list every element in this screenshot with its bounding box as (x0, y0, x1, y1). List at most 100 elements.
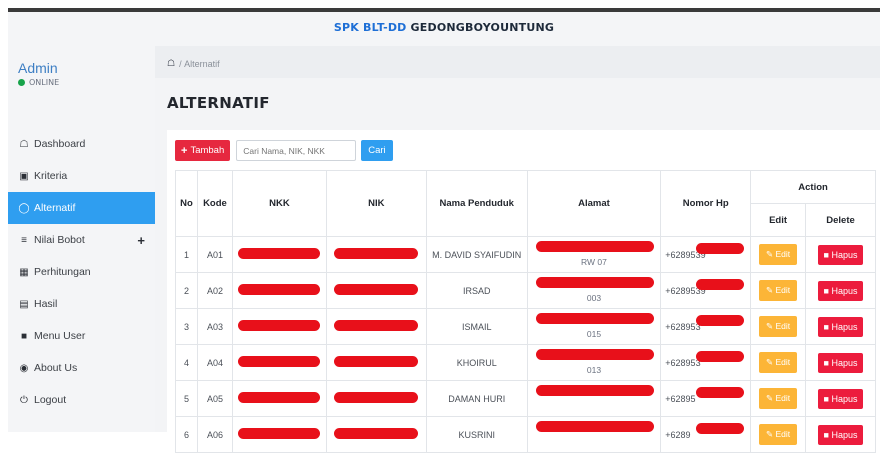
cell-nik (325, 380, 427, 417)
table-row: 2 A02 IRSAD 003 +6289539 ✎ Edit ■ Hapus (175, 272, 876, 309)
delete-button[interactable]: ■ Hapus (817, 424, 864, 445)
delete-button[interactable]: ■ Hapus (817, 388, 864, 409)
list-icon: ≡ (21, 234, 27, 246)
redaction-mark (238, 356, 321, 367)
column-header-no: No (175, 170, 198, 237)
cell-edit: ✎ Edit (750, 380, 807, 417)
cell-nkk (231, 272, 327, 309)
search-button[interactable]: Cari (361, 140, 393, 161)
sidebar-item-kriteria[interactable]: ▣ Kriteria (8, 160, 155, 192)
app-title: SPK BLT-DD GEDONGBOYOUNTUNG (8, 21, 880, 34)
redaction-mark (696, 279, 745, 290)
edit-button-label: Edit (775, 249, 791, 259)
file-icon: ▤ (19, 298, 29, 310)
cell-nama: KUSRINI (425, 416, 528, 453)
sidebar-item-perhitungan[interactable]: ▦ Perhitungan (8, 256, 155, 288)
toolbar: + Tambah Cari (175, 140, 393, 161)
cell-nkk (231, 344, 327, 381)
sidebar-item-nilai-bobot[interactable]: ≡ Nilai Bobot + (8, 224, 155, 256)
sidebar-item-logout[interactable]: ⏻ Logout (8, 384, 155, 416)
edit-button[interactable]: ✎ Edit (759, 424, 798, 445)
sidebar-item-label: Logout (34, 394, 67, 406)
cell-alamat (526, 380, 662, 417)
info-icon: ◉ (19, 362, 29, 374)
sidebar-item-dashboard[interactable]: ☖ Dashboard (8, 128, 155, 160)
cell-delete: ■ Hapus (805, 416, 876, 453)
home-icon[interactable]: ☖ (167, 58, 175, 69)
redaction-mark (696, 243, 745, 254)
cell-kode: A01 (196, 236, 233, 273)
cell-nama: KHOIRUL (425, 344, 528, 381)
expand-plus-icon[interactable]: + (137, 233, 145, 248)
cell-nama: M. DAVID SYAIFUDIN (425, 236, 528, 273)
redaction-mark (334, 320, 419, 331)
power-icon: ⏻ (20, 394, 28, 406)
column-header-alamat: Alamat (526, 170, 662, 237)
cell-delete: ■ Hapus (805, 344, 876, 381)
sidebar-item-label: Dashboard (34, 138, 86, 150)
app-title-suffix: GEDONGBOYOUNTUNG (410, 21, 555, 34)
redaction-mark (238, 320, 321, 331)
delete-button-label: Hapus (831, 357, 858, 368)
edit-button[interactable]: ✎ Edit (759, 280, 798, 301)
cell-hp: +6289539 (660, 236, 752, 273)
table-row: 3 A03 ISMAIL 015 +628953 ✎ Edit ■ Hapus (175, 308, 876, 345)
cell-hp: +6289539 (660, 272, 752, 309)
cell-nik (325, 344, 427, 381)
cell-nik (325, 272, 427, 309)
search-input[interactable] (236, 140, 357, 161)
column-header-delete: Delete (805, 203, 876, 237)
edit-button-label: Edit (775, 357, 791, 367)
delete-button[interactable]: ■ Hapus (817, 352, 864, 373)
redaction-mark (696, 423, 745, 434)
breadcrumb-current: Alternatif (184, 58, 220, 69)
cell-alamat: 015 (526, 308, 662, 345)
sidebar-item-about-us[interactable]: ◉ About Us (8, 352, 155, 384)
home-icon: ☖ (19, 138, 29, 150)
redaction-mark (238, 392, 321, 403)
cell-nkk (231, 380, 327, 417)
redaction-mark (334, 356, 419, 367)
cell-kode: A04 (196, 344, 233, 381)
edit-button[interactable]: ✎ Edit (759, 316, 798, 337)
sidebar-item-label: Alternatif (34, 202, 76, 214)
alamat-text: 013 (586, 365, 602, 375)
redaction-mark (334, 284, 419, 295)
delete-button[interactable]: ■ Hapus (817, 280, 864, 301)
redaction-mark (238, 284, 321, 295)
redaction-mark (334, 428, 419, 439)
alamat-text: 015 (586, 329, 602, 339)
edit-button[interactable]: ✎ Edit (759, 352, 798, 373)
sidebar-item-menu-user[interactable]: ■ Menu User (8, 320, 155, 352)
cubes-icon: ▣ (19, 170, 29, 182)
redaction-mark (334, 392, 419, 403)
delete-button[interactable]: ■ Hapus (817, 244, 864, 265)
delete-button[interactable]: ■ Hapus (817, 316, 864, 337)
add-button[interactable]: + Tambah (175, 140, 231, 161)
cell-delete: ■ Hapus (805, 236, 876, 273)
cell-nik (325, 416, 427, 453)
user-status-text: ONLINE (29, 78, 60, 87)
redaction-mark (238, 428, 321, 439)
cell-edit: ✎ Edit (750, 308, 807, 345)
column-header-nik: NIK (325, 170, 427, 237)
cell-no: 5 (175, 380, 198, 417)
edit-button[interactable]: ✎ Edit (759, 388, 798, 409)
redaction-mark (535, 385, 654, 396)
cell-alamat: 013 (526, 344, 662, 381)
cell-no: 3 (175, 308, 198, 345)
cell-alamat (526, 416, 662, 453)
sidebar-item-hasil[interactable]: ▤ Hasil (8, 288, 155, 320)
redaction-mark (334, 248, 419, 259)
column-header-edit: Edit (750, 203, 807, 237)
table-row: 6 A06 KUSRINI +6289 ✎ Edit ■ Hapus (175, 416, 876, 453)
app-title-prefix: SPK BLT-DD (333, 21, 411, 34)
sidebar-item-alternatif[interactable]: ◯ Alternatif (8, 192, 155, 224)
edit-button[interactable]: ✎ Edit (759, 244, 798, 265)
redaction-mark (696, 387, 745, 398)
cell-nik (325, 236, 427, 273)
redaction-mark (535, 277, 654, 288)
cell-nkk (231, 416, 327, 453)
edit-button-label: Edit (775, 429, 791, 439)
alamat-text: RW 07 (581, 257, 607, 267)
